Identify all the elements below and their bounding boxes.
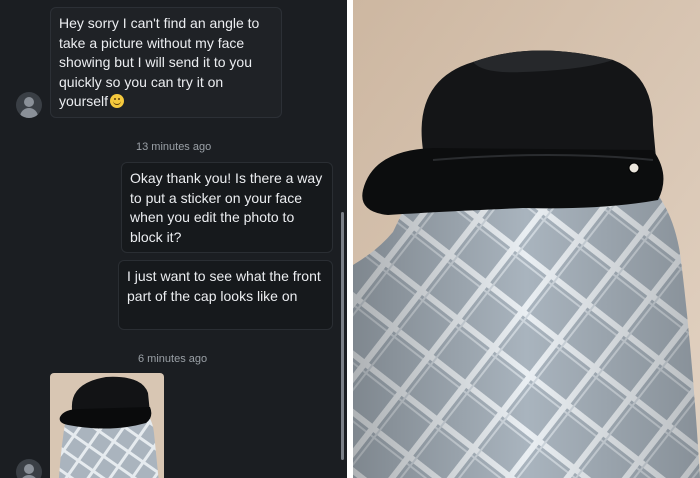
message-bubble-incoming: Hey sorry I can't find an angle to take …: [50, 7, 282, 118]
cap-on-mannequin-photo-icon: [353, 0, 700, 478]
photo-thumbnail-icon: [50, 373, 164, 478]
timestamp: 13 minutes ago: [136, 141, 212, 153]
photo-attachment-thumbnail[interactable]: [50, 373, 164, 478]
smiling-face-emoji-icon: [110, 94, 125, 108]
contact-avatar[interactable]: [16, 92, 42, 118]
cap-photo: [353, 0, 700, 478]
chat-panel: Hey sorry I can't find an angle to take …: [0, 0, 347, 478]
contact-avatar[interactable]: [16, 459, 42, 478]
message-bubble-outgoing: I just want to see what the front part o…: [118, 260, 333, 330]
timestamp: 6 minutes ago: [138, 353, 208, 365]
message-bubble-outgoing: Okay thank you! Is there a way to put a …: [121, 162, 333, 253]
message-text: Hey sorry I can't find an angle to take …: [59, 15, 260, 109]
scrollbar[interactable]: [341, 212, 344, 460]
message-text: Okay thank you! Is there a way to put a …: [130, 170, 323, 245]
message-text: I just want to see what the front part o…: [127, 268, 321, 304]
